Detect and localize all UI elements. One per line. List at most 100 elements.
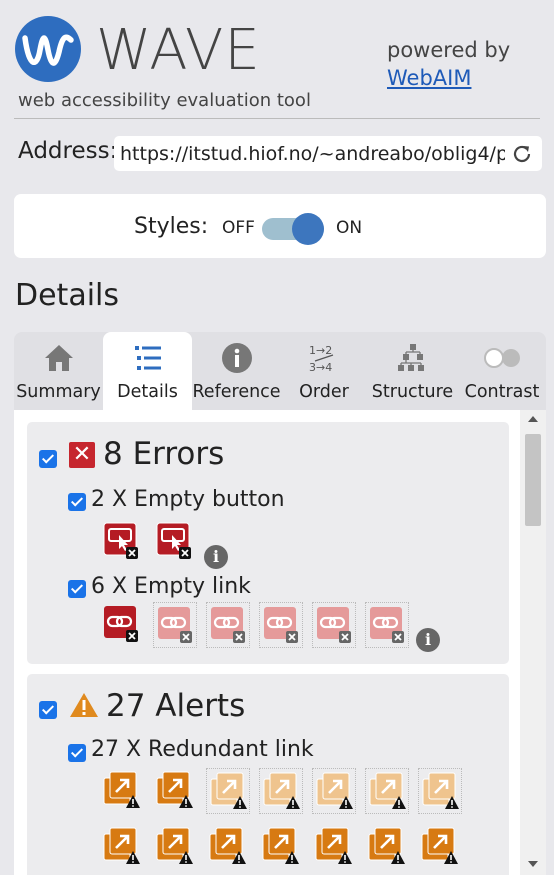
home-icon bbox=[44, 345, 73, 371]
tab-order[interactable]: 1→2 3→4 Order bbox=[281, 332, 367, 410]
tab-reference[interactable]: Reference bbox=[192, 332, 281, 410]
redundant-link-icon-glyph bbox=[369, 772, 406, 809]
reload-icon[interactable] bbox=[510, 142, 534, 166]
empty-link-icon[interactable] bbox=[312, 602, 356, 648]
redundant-link-icon[interactable] bbox=[100, 768, 144, 814]
errors-title: 8 Errors bbox=[103, 436, 225, 472]
empty-link-checkbox[interactable] bbox=[68, 580, 86, 598]
alerts-title: 27 Alerts bbox=[106, 688, 246, 724]
tab-structure[interactable]: Structure bbox=[367, 332, 458, 410]
redundant-link-icon-glyph bbox=[422, 772, 459, 809]
empty-button-icon[interactable] bbox=[153, 519, 197, 565]
redundant-link-icon-glyph bbox=[156, 771, 193, 808]
details-panel: ✕ 8 Errors 2 X Empty button i 6 X Empty … bbox=[14, 410, 546, 875]
redundant-link-icon-glyph bbox=[315, 827, 352, 864]
redundant-link-icon[interactable] bbox=[100, 824, 144, 870]
webaim-link[interactable]: WebAIM bbox=[387, 66, 471, 90]
redundant-link-icon[interactable] bbox=[259, 768, 303, 814]
alerts-checkbox[interactable] bbox=[39, 701, 57, 719]
tab-label: Contrast bbox=[464, 382, 540, 402]
alert-icon bbox=[70, 693, 98, 717]
redundant-link-icon-glyph bbox=[103, 771, 140, 808]
tab-details[interactable]: Details bbox=[103, 332, 192, 410]
empty-button-icon-glyph bbox=[103, 522, 138, 559]
tab-label: Details bbox=[117, 382, 178, 402]
redundant-link-icon[interactable] bbox=[153, 768, 197, 814]
redundant-link-icon-glyph bbox=[316, 772, 353, 809]
empty-link-icon-glyph bbox=[104, 606, 138, 642]
wave-logo-icon bbox=[15, 16, 81, 82]
styles-off-label: OFF bbox=[222, 218, 255, 238]
redundant-link-icon[interactable] bbox=[365, 824, 409, 870]
powered-by-text: powered by bbox=[387, 38, 511, 62]
list-icon bbox=[134, 346, 161, 370]
order-icon: 1→2 3→4 bbox=[309, 344, 334, 374]
brand-title: WAVE bbox=[96, 18, 261, 83]
empty-button-checkbox[interactable] bbox=[68, 493, 86, 511]
redundant-link-checkbox[interactable] bbox=[68, 744, 86, 762]
error-icon: ✕ bbox=[69, 442, 95, 468]
redundant-link-icon[interactable] bbox=[153, 824, 197, 870]
empty-button-label: 2 X Empty button bbox=[91, 487, 285, 512]
address-label: Address: bbox=[18, 138, 118, 164]
empty-link-icon[interactable] bbox=[259, 602, 303, 648]
tab-bar: Summary Details Reference 1→2 3→4 Order … bbox=[14, 332, 546, 410]
redundant-link-icon-glyph bbox=[210, 772, 247, 809]
styles-on-label: ON bbox=[336, 218, 363, 238]
redundant-link-icon[interactable] bbox=[312, 824, 356, 870]
empty-link-icon-glyph bbox=[264, 607, 298, 643]
tab-label: Order bbox=[299, 382, 349, 402]
empty-link-icon-glyph bbox=[211, 607, 245, 643]
empty-link-icon-glyph bbox=[370, 607, 404, 643]
redundant-link-icon-glyph bbox=[103, 827, 140, 864]
section-title: Details bbox=[15, 278, 120, 313]
divider bbox=[14, 118, 540, 119]
redundant-link-icon[interactable] bbox=[418, 768, 462, 814]
contrast-icon bbox=[484, 348, 520, 368]
errors-checkbox[interactable] bbox=[39, 450, 57, 468]
redundant-link-icon[interactable] bbox=[206, 768, 250, 814]
scrollbar[interactable] bbox=[520, 410, 546, 875]
redundant-link-icon[interactable] bbox=[259, 824, 303, 870]
redundant-link-icon-glyph bbox=[262, 827, 299, 864]
redundant-link-icon[interactable] bbox=[312, 768, 356, 814]
empty-link-icon[interactable] bbox=[365, 602, 409, 648]
redundant-link-icon[interactable] bbox=[365, 768, 409, 814]
info-icon bbox=[221, 343, 252, 373]
header: WAVE web accessibility evaluation tool p… bbox=[0, 0, 554, 118]
tab-summary[interactable]: Summary bbox=[14, 332, 103, 410]
scroll-down-arrow[interactable] bbox=[528, 861, 538, 867]
svg-text:1→2: 1→2 bbox=[309, 344, 332, 357]
redundant-link-icon-glyph bbox=[421, 827, 458, 864]
empty-button-icon[interactable] bbox=[100, 519, 144, 565]
styles-label: Styles: bbox=[134, 214, 209, 239]
empty-link-icon-glyph bbox=[317, 607, 351, 643]
scroll-up-arrow[interactable] bbox=[528, 416, 538, 422]
empty-button-icon-glyph bbox=[156, 522, 191, 559]
redundant-link-icon[interactable] bbox=[206, 824, 250, 870]
empty-link-icon[interactable] bbox=[206, 602, 250, 648]
info-icon[interactable]: i bbox=[416, 628, 440, 652]
empty-link-icon-glyph bbox=[158, 607, 192, 643]
toggle-knob[interactable] bbox=[292, 213, 324, 245]
empty-link-icon[interactable] bbox=[100, 602, 144, 648]
styles-card: Styles: OFF ON bbox=[14, 194, 546, 258]
svg-text:3→4: 3→4 bbox=[309, 361, 332, 374]
address-bar bbox=[114, 136, 542, 171]
scroll-thumb[interactable] bbox=[525, 434, 541, 526]
tab-label: Reference bbox=[192, 382, 281, 402]
address-input[interactable] bbox=[120, 140, 505, 167]
redundant-link-icon-glyph bbox=[209, 827, 246, 864]
tab-contrast[interactable]: Contrast bbox=[458, 332, 546, 410]
tab-label: Structure bbox=[371, 382, 454, 402]
redundant-link-icon-glyph bbox=[156, 827, 193, 864]
redundant-link-icon-glyph bbox=[263, 772, 300, 809]
empty-link-icon[interactable] bbox=[153, 602, 197, 648]
redundant-link-label: 27 X Redundant link bbox=[91, 737, 314, 762]
structure-icon bbox=[397, 344, 424, 371]
redundant-link-icon[interactable] bbox=[418, 824, 462, 870]
tagline: web accessibility evaluation tool bbox=[18, 90, 311, 111]
info-icon[interactable]: i bbox=[204, 545, 228, 569]
styles-toggle[interactable] bbox=[262, 213, 324, 245]
tab-label: Summary bbox=[16, 382, 101, 402]
